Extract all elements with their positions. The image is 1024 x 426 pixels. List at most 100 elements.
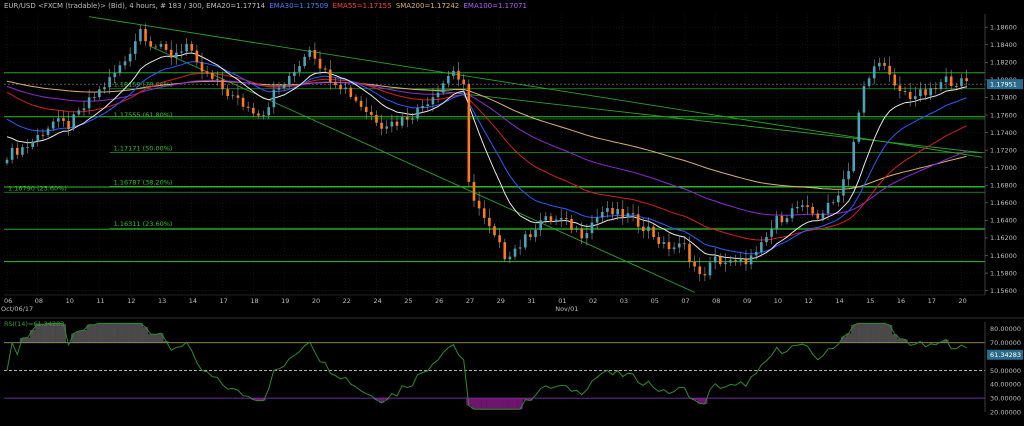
candle-bear: [503, 242, 507, 260]
time-tick-label: 20: [312, 297, 320, 305]
candle-bull: [72, 114, 76, 129]
candle-bull: [518, 247, 522, 249]
time-tick-label: 19: [281, 297, 289, 305]
time-tick-label: 26: [435, 297, 443, 305]
candle-bull: [729, 260, 732, 263]
price-chart[interactable]: 1.18159 (78.60%)1.17555 (61.80%)1.17171 …: [0, 0, 1024, 426]
candle-bear: [318, 58, 322, 69]
rsi-oversold-fill: [476, 398, 482, 410]
time-sub-label: Nov/01: [555, 305, 578, 313]
candle-bear: [144, 28, 147, 42]
candle-bear: [482, 208, 486, 218]
candle-bull: [411, 118, 414, 120]
candle-bull: [852, 141, 856, 172]
candle-bear: [359, 100, 363, 107]
candle-bear: [703, 274, 707, 276]
candle-bull: [108, 77, 111, 88]
price-tick-label: 1.17600: [990, 111, 1017, 119]
candle-bear: [334, 81, 337, 86]
candle-bull: [554, 219, 558, 223]
time-tick-label: 12: [127, 297, 135, 305]
rsi-overbought-fill: [153, 334, 159, 343]
candle-bull: [647, 226, 650, 232]
price-tick-label: 1.18400: [990, 41, 1017, 49]
rsi-overbought-fill: [148, 333, 154, 343]
candle-bear: [529, 234, 532, 238]
candle-bear: [636, 214, 640, 227]
candle-bear: [457, 70, 460, 80]
fib-level-label: 1.17171 (50.00%): [114, 145, 173, 153]
time-tick-label: 09: [743, 297, 751, 305]
candle-bear: [164, 44, 168, 50]
candle-bear: [549, 216, 553, 223]
candle-bear: [780, 216, 784, 223]
rsi-overbought-fill: [107, 323, 113, 343]
candle-bear: [965, 78, 968, 82]
time-tick-label: 17: [928, 297, 936, 305]
candle-bear: [195, 50, 199, 63]
candle-bull: [770, 229, 773, 237]
price-tick-label: 1.15600: [990, 287, 1017, 295]
time-tick-label: 07: [681, 297, 689, 305]
candle-bull: [672, 247, 676, 250]
candle-bear: [652, 226, 655, 238]
candle-bear: [216, 78, 219, 80]
time-tick-label: 02: [589, 297, 597, 305]
candle-bear: [226, 89, 229, 97]
price-tick-label: 1.15800: [990, 269, 1017, 277]
price-tick-label: 1.17200: [990, 146, 1017, 154]
candle-bear: [328, 69, 332, 82]
sma200-label: SMA200=1.17242: [395, 2, 460, 10]
rsi-oversold-fill: [512, 398, 518, 410]
candle-bull: [595, 217, 599, 223]
candle-bull: [390, 121, 394, 127]
candle-bull: [944, 76, 948, 83]
price-tick-label: 1.16400: [990, 217, 1017, 225]
rsi-tick-label: 50.00000: [990, 367, 1021, 375]
candle-bull: [87, 97, 91, 109]
rsi-overbought-fill: [158, 333, 164, 343]
candle-bear: [488, 217, 491, 227]
candle-bull: [785, 218, 789, 223]
candle-bear: [221, 79, 224, 90]
price-tick-label: 1.16000: [990, 252, 1017, 260]
candle-bull: [606, 208, 609, 212]
symbol-title: EUR/USD <FXCM (tradable)> (Bid), 4 hours…: [4, 2, 266, 10]
candle-bull: [267, 107, 271, 116]
candle-bear: [41, 134, 45, 136]
candle-bull: [421, 106, 424, 109]
time-tick-label: 15: [866, 297, 874, 305]
candle-bull: [293, 71, 296, 76]
rsi-oversold-fill: [517, 398, 523, 410]
ema30-label: EMA30=1.17509: [269, 2, 329, 10]
time-tick-label: 03: [620, 297, 628, 305]
candle-bear: [246, 106, 250, 108]
candle-bull: [262, 115, 265, 117]
price-tick-label: 1.18600: [990, 23, 1017, 31]
time-tick-label: 14: [835, 297, 843, 305]
candle-bull: [534, 230, 537, 238]
rsi-oversold-fill: [491, 398, 498, 410]
time-tick-label: 06: [4, 297, 12, 305]
candle-bear: [472, 181, 476, 201]
rsi-overbought-fill: [112, 323, 118, 343]
candle-bull: [82, 108, 86, 111]
candle-bear: [405, 117, 409, 120]
candle-bull: [760, 242, 763, 252]
candle-bear: [15, 147, 19, 155]
time-tick-label: 16: [897, 297, 905, 305]
time-tick-label: 12: [805, 297, 813, 305]
price-tick-label: 1.16600: [990, 199, 1017, 207]
candle-bull: [544, 216, 548, 221]
fib-level-label: 1.16790 (23.60%): [8, 184, 67, 192]
candle-bull: [26, 147, 29, 148]
rsi-overbought-fill: [55, 323, 61, 343]
rsi-overbought-fill: [127, 323, 133, 343]
candle-bear: [955, 85, 958, 87]
time-sub-label: Oct/06/17: [1, 305, 33, 313]
grid-layer: [4, 14, 985, 295]
candle-bear: [688, 243, 691, 263]
candle-bull: [175, 52, 178, 58]
rsi-overbought-fill: [81, 329, 87, 343]
candle-bear: [477, 200, 481, 209]
